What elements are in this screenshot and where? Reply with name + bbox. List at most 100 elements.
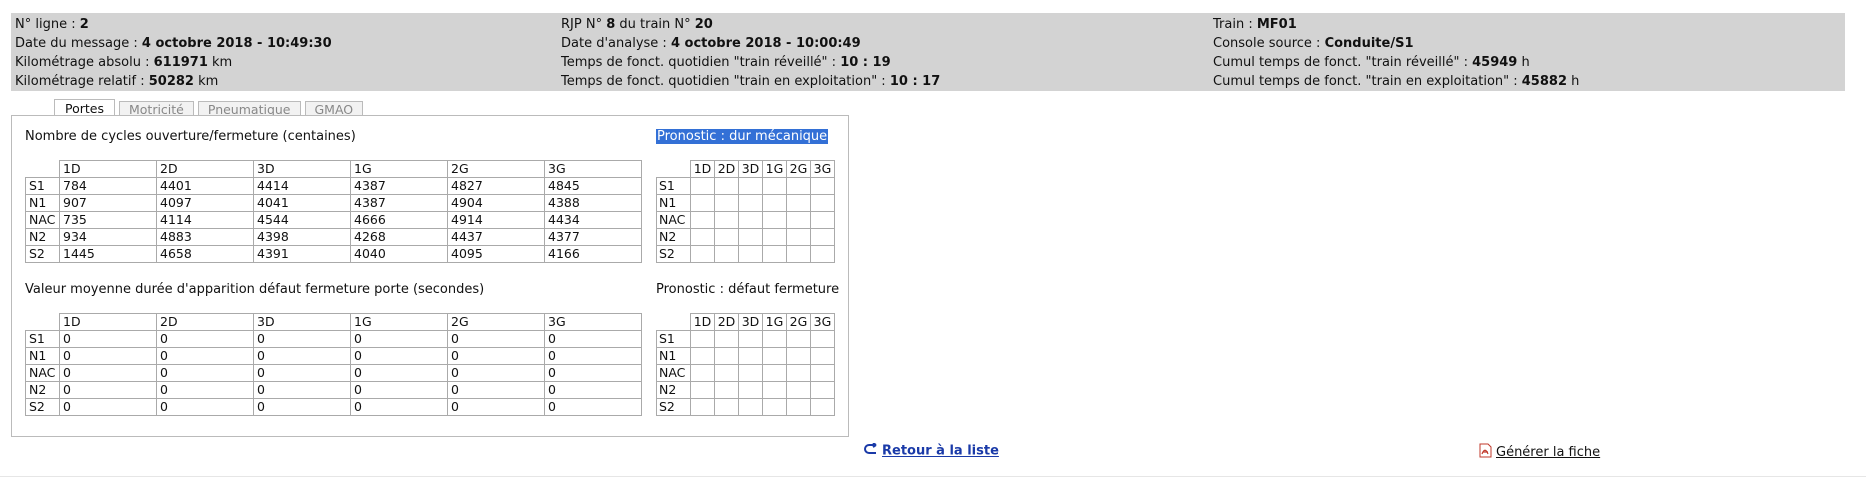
source-console-label: Console source : bbox=[1213, 36, 1325, 51]
table-cell: 0 bbox=[350, 364, 448, 382]
relative-mileage: Kilométrage relatif : 50282 km bbox=[15, 72, 332, 91]
back-to-list-link[interactable]: Retour à la liste bbox=[864, 442, 999, 459]
analysis-date: Date d'analyse : 4 octobre 2018 - 10:00:… bbox=[561, 34, 940, 53]
prognostic-cell bbox=[738, 347, 763, 365]
row-label: N2 bbox=[25, 381, 60, 399]
row-label: NAC bbox=[25, 364, 60, 382]
prognostic-cell bbox=[762, 177, 787, 195]
column-header: 2G bbox=[447, 160, 545, 178]
prognostic-cell bbox=[786, 194, 811, 212]
train-number-label: du train N° bbox=[615, 17, 695, 32]
table-cell: 4391 bbox=[253, 245, 351, 263]
row-label: N2 bbox=[656, 228, 691, 246]
table-cell: 0 bbox=[253, 381, 351, 399]
column-header: 3D bbox=[738, 160, 763, 178]
table-cell: 1445 bbox=[59, 245, 157, 263]
daily-operation-time: Temps de fonct. quotidien "train en expl… bbox=[561, 72, 940, 91]
column-header: 3G bbox=[544, 313, 642, 331]
prognostic-cell bbox=[690, 177, 715, 195]
header-column-2: RJP N° 8 du train N° 20 Date d'analyse :… bbox=[561, 15, 940, 91]
prognostic-cell bbox=[762, 381, 787, 399]
row-label: S2 bbox=[25, 398, 60, 416]
prognostic-cell bbox=[762, 330, 787, 348]
rjp-train-number: RJP N° 8 du train N° 20 bbox=[561, 15, 940, 34]
prognostic-cell bbox=[810, 245, 835, 263]
table-cell: 0 bbox=[253, 330, 351, 348]
rjp-value: 8 bbox=[606, 17, 616, 32]
corner-cell bbox=[656, 313, 691, 331]
cumulative-operation-time-label: Cumul temps de fonct. "train en exploita… bbox=[1213, 74, 1522, 89]
absolute-mileage-value: 611971 bbox=[153, 55, 208, 70]
table-cell: 4666 bbox=[350, 211, 448, 229]
table-cell: 4827 bbox=[447, 177, 545, 195]
train-id-value: MF01 bbox=[1256, 17, 1297, 32]
daily-operation-time-label: Temps de fonct. quotidien "train en expl… bbox=[561, 74, 890, 89]
table-cell: 4097 bbox=[156, 194, 254, 212]
daily-awake-time: Temps de fonct. quotidien "train réveill… bbox=[561, 53, 940, 72]
cumulative-operation-time: Cumul temps de fonct. "train en exploita… bbox=[1213, 72, 1579, 91]
cumulative-operation-time-value: 45882 bbox=[1521, 74, 1567, 89]
message-date-label: Date du message : bbox=[15, 36, 142, 51]
table-cell: 4883 bbox=[156, 228, 254, 246]
row-label: N2 bbox=[25, 228, 60, 246]
cumulative-awake-time-value: 45949 bbox=[1472, 55, 1518, 70]
cumulative-awake-time-unit: h bbox=[1517, 55, 1530, 70]
column-header: 1G bbox=[762, 313, 787, 331]
table-cell: 4388 bbox=[544, 194, 642, 212]
prognostic-cell bbox=[810, 211, 835, 229]
corner-cell bbox=[656, 160, 691, 178]
table-row: NAC 0 0 0 0 0 0 bbox=[25, 364, 642, 382]
prognostic-cell bbox=[690, 330, 715, 348]
column-header: 1G bbox=[762, 160, 787, 178]
row-label: S2 bbox=[656, 245, 691, 263]
table-header: 1D 2D 3D 1G 2G 3G bbox=[656, 160, 835, 178]
prognostic-cell bbox=[714, 177, 739, 195]
header-row: 1D 2D 3D 1G 2G 3G bbox=[25, 160, 642, 178]
table-cell: 0 bbox=[447, 330, 545, 348]
row-label: N1 bbox=[25, 347, 60, 365]
table-row: S1 bbox=[656, 330, 835, 348]
table-row: N2 bbox=[656, 228, 835, 246]
column-header: 1D bbox=[59, 313, 157, 331]
table-cell: 0 bbox=[447, 381, 545, 399]
header-column-3: Train : MF01 Console source : Conduite/S… bbox=[1213, 15, 1579, 91]
prognostic-cell bbox=[714, 398, 739, 416]
table-row: NAC bbox=[656, 364, 835, 382]
table-cell: 0 bbox=[544, 398, 642, 416]
train-number-value: 20 bbox=[694, 17, 713, 32]
table-cell: 4387 bbox=[350, 177, 448, 195]
table-cell: 4114 bbox=[156, 211, 254, 229]
column-header: 1D bbox=[59, 160, 157, 178]
table-body: S1 784 4401 4414 4387 4827 4845 N1 907 4097 4041 43… bbox=[25, 177, 642, 263]
row-label: N1 bbox=[656, 347, 691, 365]
prognostic-cell bbox=[786, 245, 811, 263]
row-label: S1 bbox=[656, 177, 691, 195]
row-label: N1 bbox=[25, 194, 60, 212]
prognostic-mechanical-table: 1D 2D 3D 1G 2G 3G S1 N1 NAC N2 S2 bbox=[656, 160, 835, 263]
table-row: N2 bbox=[656, 381, 835, 399]
table-cell: 4398 bbox=[253, 228, 351, 246]
column-header: 1G bbox=[350, 313, 448, 331]
analysis-date-value: 4 octobre 2018 - 10:00:49 bbox=[670, 36, 861, 51]
prognostic-cell bbox=[690, 381, 715, 399]
line-number: N° ligne : 2 bbox=[15, 15, 332, 34]
table-row: S1 0 0 0 0 0 0 bbox=[25, 330, 642, 348]
row-label: S1 bbox=[25, 177, 60, 195]
prognostic-cell bbox=[810, 381, 835, 399]
duration-title: Valeur moyenne durée d'apparition défaut… bbox=[25, 282, 485, 297]
prognostic-cell bbox=[762, 211, 787, 229]
table-cell: 0 bbox=[350, 347, 448, 365]
table-cell: 4166 bbox=[544, 245, 642, 263]
pdf-icon bbox=[1479, 443, 1492, 462]
header-row: 1D 2D 3D 1G 2G 3G bbox=[656, 313, 835, 331]
prognostic-mechanical-title: Pronostic : dur mécanique bbox=[656, 129, 829, 144]
table-cell: 4041 bbox=[253, 194, 351, 212]
prognostic-cell bbox=[738, 194, 763, 212]
relative-mileage-value: 50282 bbox=[148, 74, 194, 89]
daily-operation-time-value: 10 : 17 bbox=[889, 74, 941, 89]
prognostic-cell bbox=[738, 177, 763, 195]
table-cell: 4904 bbox=[447, 194, 545, 212]
generate-sheet-link[interactable]: Générer la fiche bbox=[1479, 443, 1600, 462]
table-cell: 934 bbox=[59, 228, 157, 246]
analysis-date-label: Date d'analyse : bbox=[561, 36, 671, 51]
